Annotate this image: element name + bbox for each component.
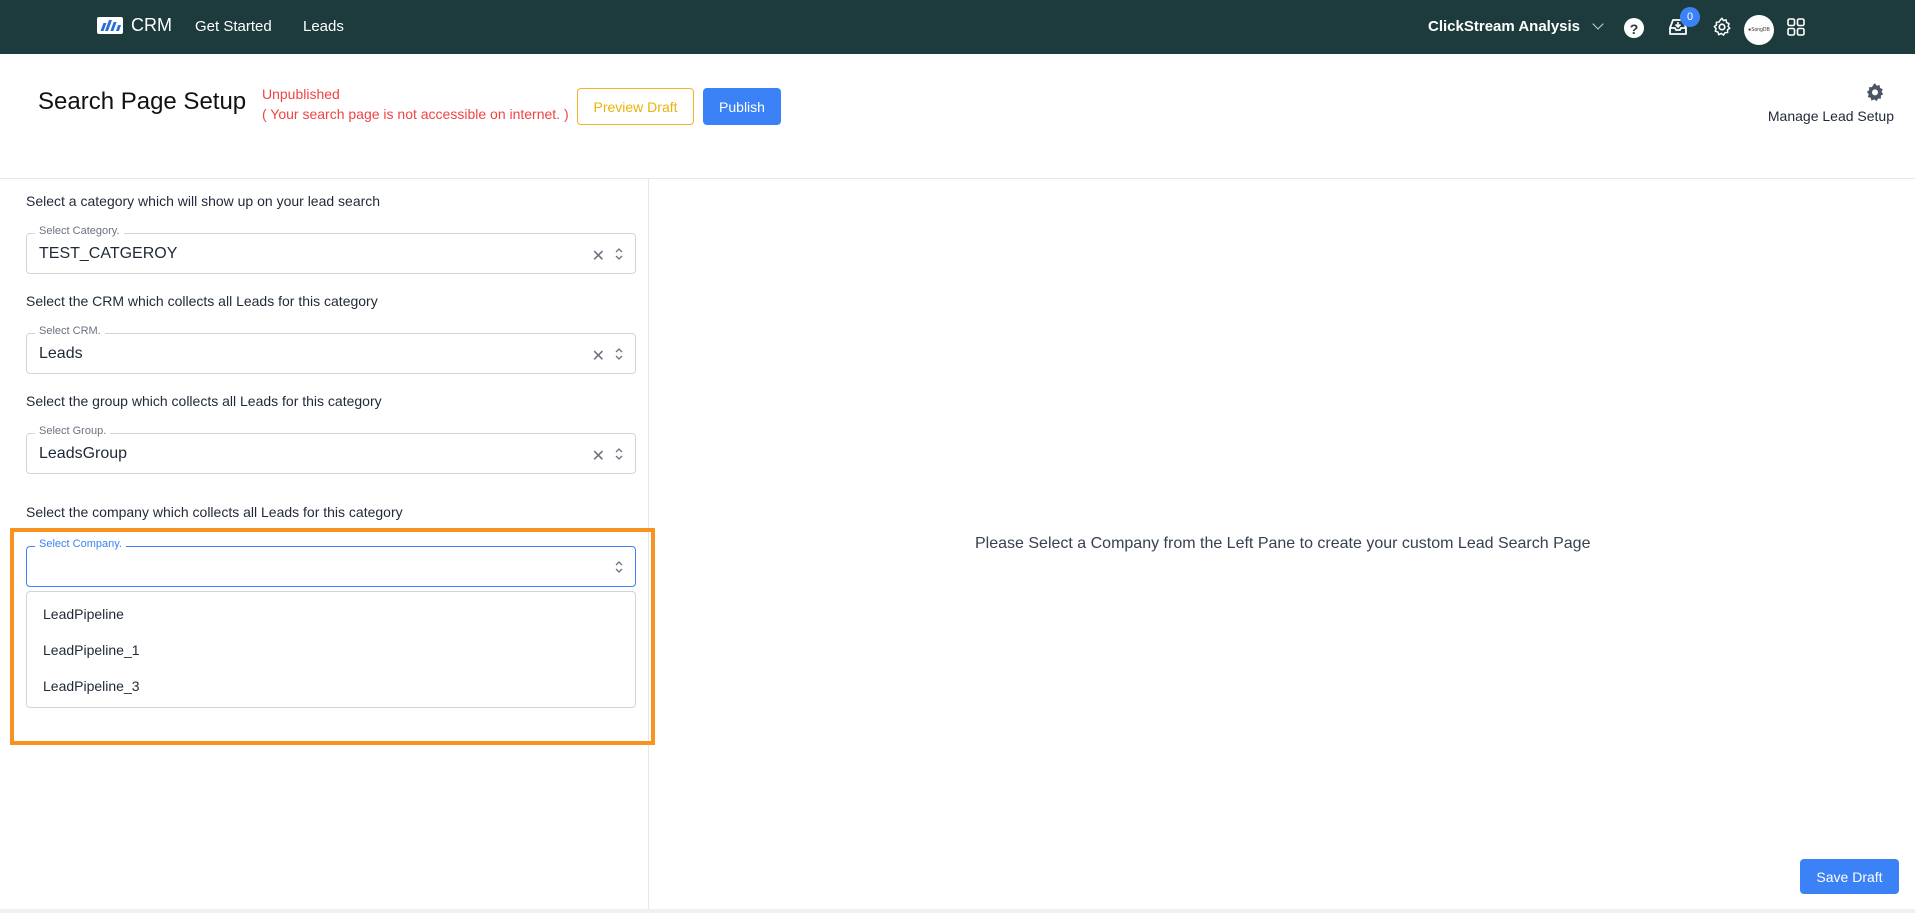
settings-gear-icon xyxy=(1866,83,1884,102)
crm-legend: Select CRM. xyxy=(35,325,105,337)
app-switcher-label: ClickStream Analysis xyxy=(1428,18,1581,35)
category-select[interactable]: Select Category. TEST_CATGEROY ✕ xyxy=(26,225,636,274)
nav-get-started[interactable]: Get Started xyxy=(195,18,272,35)
top-navigation-bar: CRM Get Started Leads ClickStream Analys… xyxy=(0,0,1915,54)
status-note: ( Your search page is not accessible on … xyxy=(262,106,569,122)
updown-chevron-icon xyxy=(615,248,623,260)
status-label: Unpublished xyxy=(262,86,340,102)
app-switcher[interactable]: ClickStream Analysis xyxy=(1428,18,1604,35)
category-prompt: Select a category which will show up on … xyxy=(26,193,381,209)
category-legend: Select Category. xyxy=(35,225,124,237)
publish-button[interactable]: Publish xyxy=(703,88,781,125)
brand[interactable]: CRM xyxy=(97,15,172,36)
crm-logo-icon xyxy=(97,17,123,34)
gear-icon[interactable] xyxy=(1711,16,1733,38)
crm-prompt: Select the CRM which collects all Leads … xyxy=(26,293,378,309)
manage-lead-setup-label: Manage Lead Setup xyxy=(1767,108,1894,124)
nav-leads[interactable]: Leads xyxy=(303,18,344,35)
company-prompt: Select the company which collects all Le… xyxy=(26,504,403,520)
chevron-down-icon xyxy=(1592,18,1604,30)
updown-chevron-icon xyxy=(615,448,623,460)
crm-value: Leads xyxy=(39,345,83,362)
clear-icon[interactable]: ✕ xyxy=(592,246,605,266)
clear-icon[interactable]: ✕ xyxy=(592,346,605,366)
notification-badge: 0 xyxy=(1680,7,1700,27)
page-title: Search Page Setup xyxy=(38,88,247,115)
save-draft-button[interactable]: Save Draft xyxy=(1800,859,1899,894)
group-prompt: Select the group which collects all Lead… xyxy=(26,393,382,409)
group-select[interactable]: Select Group. LeadsGroup ✕ xyxy=(26,425,636,474)
empty-state-message: Please Select a Company from the Left Pa… xyxy=(975,535,1591,552)
brand-name: CRM xyxy=(131,15,172,35)
publish-status: Unpublished ( Your search page is not ac… xyxy=(262,84,569,124)
category-value: TEST_CATGEROY xyxy=(39,245,178,262)
focus-highlight-box xyxy=(10,528,655,745)
updown-chevron-icon xyxy=(615,348,623,360)
group-legend: Select Group. xyxy=(35,425,111,437)
crm-select[interactable]: Select CRM. Leads ✕ xyxy=(26,325,636,374)
manage-lead-setup[interactable]: Manage Lead Setup xyxy=(1768,82,1894,124)
help-icon[interactable]: ? xyxy=(1624,18,1644,38)
preview-draft-button[interactable]: Preview Draft xyxy=(577,88,694,125)
avatar[interactable]: ●SongDB xyxy=(1744,15,1774,45)
group-value: LeadsGroup xyxy=(39,445,128,462)
bottom-border xyxy=(0,909,1915,913)
apps-grid-icon[interactable] xyxy=(1785,16,1807,38)
clear-icon[interactable]: ✕ xyxy=(592,446,605,466)
